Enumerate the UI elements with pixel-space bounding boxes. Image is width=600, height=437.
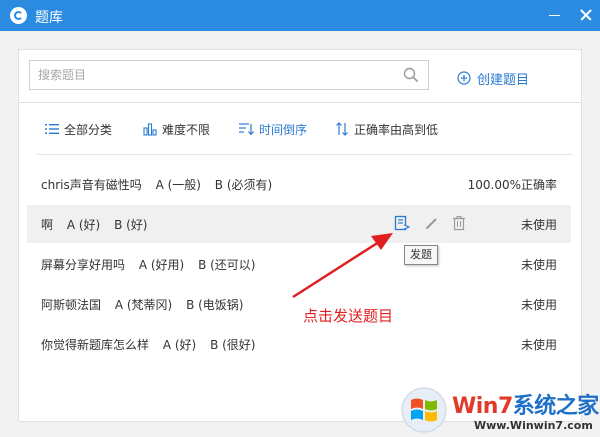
option-a: A (一般) — [155, 178, 201, 192]
question-row[interactable]: 啊 A (好) B (好) 未使用 — [27, 205, 571, 243]
filter-time-order[interactable]: 时间倒序 — [238, 121, 307, 137]
search-box — [29, 60, 429, 90]
create-question-label: 创建题目 — [477, 72, 530, 88]
search-panel: 创建题目 — [18, 49, 582, 108]
question-text: 阿斯顿法国 A (梵蒂冈) B (电饭锅) — [41, 296, 253, 313]
create-question-button[interactable]: 创建题目 — [457, 68, 529, 88]
question-title: 屏幕分享好用吗 — [41, 258, 126, 272]
question-text: 啊 A (好) B (好) — [41, 216, 157, 233]
send-question-icon[interactable] — [394, 215, 410, 231]
question-title: 你觉得新题库怎么样 — [41, 338, 150, 352]
watermark: Win7系统之家 Www.Winwin7.com — [400, 382, 600, 437]
app-logo-icon — [10, 7, 27, 24]
bar-chart-icon — [143, 123, 157, 136]
question-list-panel: 全部分类 难度不限 时间倒序 正确率由高到低 chris声音有磁性吗 A (一般… — [18, 102, 582, 422]
filter-bar: 全部分类 难度不限 时间倒序 正确率由高到低 — [19, 103, 583, 154]
windows-logo-icon — [401, 387, 447, 433]
divider — [37, 154, 573, 155]
filter-accuracy-order-label: 正确率由高到低 — [354, 122, 439, 137]
close-button[interactable] — [575, 4, 597, 26]
option-b: B (电饭锅) — [186, 298, 244, 312]
question-text: chris声音有磁性吗 A (一般) B (必须有) — [41, 176, 282, 193]
question-row[interactable]: 阿斯顿法国 A (梵蒂冈) B (电饭锅) 未使用 — [27, 285, 571, 323]
option-b: B (还可以) — [198, 258, 256, 272]
question-title: 啊 — [41, 218, 54, 232]
option-a: A (好) — [66, 218, 101, 232]
question-row[interactable]: chris声音有磁性吗 A (一般) B (必须有) 100.00%正确率 — [27, 165, 571, 203]
filter-accuracy-order[interactable]: 正确率由高到低 — [335, 121, 438, 137]
option-b: B (必须有) — [214, 178, 273, 192]
filter-category[interactable]: 全部分类 — [45, 121, 112, 137]
window-body: 创建题目 全部分类 难度不限 — [0, 31, 600, 437]
question-status: 未使用 — [520, 258, 557, 272]
edit-pencil-icon[interactable] — [424, 215, 440, 231]
filter-category-label: 全部分类 — [64, 122, 113, 137]
option-b: B (很好) — [210, 338, 256, 352]
send-tooltip: 发题 — [404, 245, 438, 265]
filter-difficulty-label: 难度不限 — [162, 122, 211, 137]
list-icon — [45, 124, 59, 134]
option-a: A (好) — [162, 338, 197, 352]
plus-circle-icon — [457, 71, 471, 85]
title-bar: 题库 — [0, 0, 600, 31]
question-text: 你觉得新题库怎么样 A (好) B (很好) — [41, 336, 265, 353]
question-status: 未使用 — [520, 298, 557, 312]
question-row[interactable]: 你觉得新题库怎么样 A (好) B (很好) 未使用 — [27, 325, 571, 363]
filter-difficulty[interactable]: 难度不限 — [143, 121, 210, 137]
search-input[interactable] — [38, 66, 378, 84]
window-title: 题库 — [35, 10, 63, 26]
question-status: 100.00%正确率 — [467, 178, 557, 192]
question-title: chris声音有磁性吗 — [41, 178, 142, 192]
question-text: 屏幕分享好用吗 A (好用) B (还可以) — [41, 256, 265, 273]
watermark-url: Www.Winwin7.com — [474, 419, 593, 432]
sort-arrows-icon — [336, 122, 348, 136]
question-title: 阿斯顿法国 — [41, 298, 102, 312]
filter-time-order-label: 时间倒序 — [259, 122, 308, 137]
watermark-brand: Win7系统之家 — [452, 394, 599, 419]
question-status: 未使用 — [520, 218, 557, 232]
search-icon[interactable] — [403, 67, 419, 83]
option-b: B (好) — [114, 218, 148, 232]
annotation-text: 点击发送题目 — [303, 307, 394, 325]
question-status: 未使用 — [520, 338, 557, 352]
minimize-button[interactable] — [543, 4, 565, 26]
question-row[interactable]: 屏幕分享好用吗 A (好用) B (还可以) 未使用 — [27, 245, 571, 283]
option-a: A (好用) — [138, 258, 185, 272]
delete-trash-icon[interactable] — [451, 215, 467, 231]
option-a: A (梵蒂冈) — [114, 298, 173, 312]
sort-time-icon — [239, 123, 254, 136]
